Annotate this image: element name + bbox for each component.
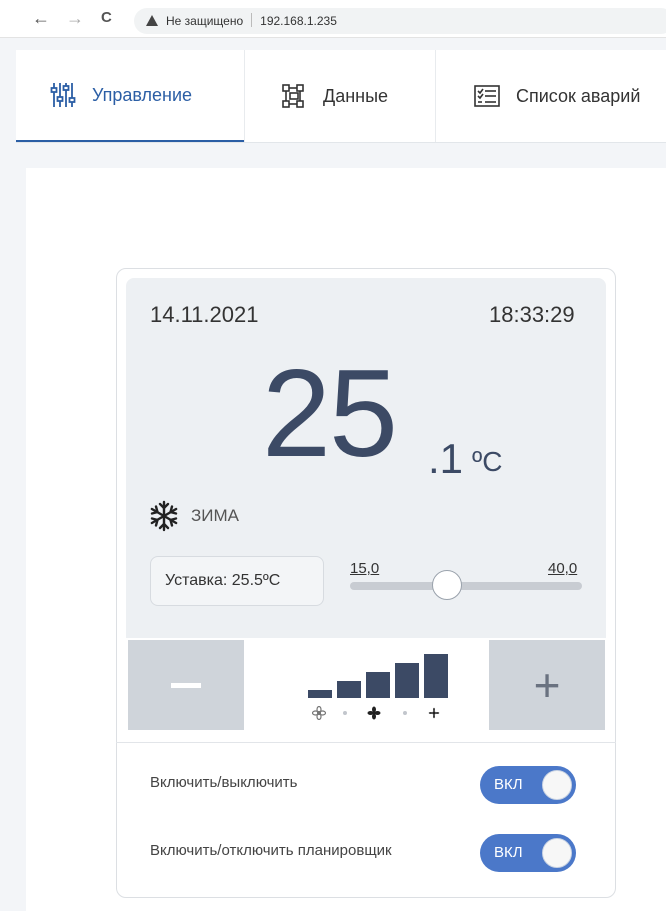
tab-alarm-list-label: Список аварий [516, 85, 641, 106]
setpoint-display: Уставка: 25.5ºC [150, 556, 324, 606]
fan-medium-icon[interactable] [367, 706, 381, 720]
forward-button[interactable]: → [66, 8, 84, 28]
fan-separator-dot [403, 711, 407, 715]
power-toggle-label: Включить/выключить [150, 774, 298, 791]
browser-toolbar: ← → C Не защищено 192.168.1.235 [0, 0, 666, 38]
sliders-icon [50, 83, 76, 107]
warning-icon [146, 15, 158, 26]
tab-data[interactable]: Данные [245, 50, 435, 142]
tab-data-label: Данные [323, 85, 389, 106]
scheduler-toggle-state: ВКЛ [494, 844, 523, 861]
tab-control[interactable]: Управление [16, 50, 244, 142]
address-text: 192.168.1.235 [260, 14, 337, 28]
temperature-unit: ºC [472, 446, 503, 477]
tab-control-label: Управление [92, 84, 193, 105]
fan-high-icon[interactable] [427, 706, 441, 720]
fan-speed-bar [308, 690, 332, 698]
scheduler-toggle-label: Включить/отключить планировщик [150, 842, 392, 859]
security-label[interactable]: Не защищено [166, 14, 243, 28]
date-text: 14.11.2021 [150, 302, 259, 327]
fan-speed-bar [424, 654, 448, 698]
fan-low-icon[interactable] [312, 706, 326, 720]
mode-label: ЗИМА [191, 506, 239, 525]
slider-min-label: 15,0 [350, 560, 380, 577]
toggle-knob [542, 770, 572, 800]
alarm-list-icon [474, 85, 500, 107]
setpoint-slider-track[interactable] [350, 582, 582, 590]
fan-separator-dot [343, 711, 347, 715]
time-text: 18:33:29 [489, 302, 575, 327]
plus-icon: + [533, 659, 561, 711]
toggle-knob [542, 838, 572, 868]
card-divider [116, 742, 616, 743]
fan-speed-bar [395, 663, 419, 698]
decrease-button[interactable] [128, 640, 244, 730]
back-button[interactable]: ← [32, 8, 50, 28]
tab-alarm-list[interactable]: Список аварий [436, 50, 666, 142]
scheduler-toggle[interactable]: ВКЛ [480, 834, 576, 872]
power-toggle[interactable]: ВКЛ [480, 766, 576, 804]
tab-bar: Управление Данные Список аварий [16, 50, 666, 143]
network-icon [282, 84, 304, 108]
temperature-decimal: .1 [428, 435, 464, 482]
slider-max-label: 40,0 [548, 560, 578, 577]
snowflake-icon [150, 500, 178, 532]
address-bar[interactable]: Не защищено 192.168.1.235 [134, 8, 666, 34]
fan-speed-bar [366, 672, 390, 698]
power-toggle-state: ВКЛ [494, 776, 523, 793]
temperature-integer: 25 [262, 345, 398, 483]
fan-speed-bar [337, 681, 361, 698]
fan-speed-indicator[interactable] [308, 650, 450, 698]
address-separator [251, 13, 253, 27]
increase-button[interactable]: + [489, 640, 605, 730]
minus-icon [171, 682, 201, 688]
reload-button[interactable]: C [101, 8, 112, 28]
